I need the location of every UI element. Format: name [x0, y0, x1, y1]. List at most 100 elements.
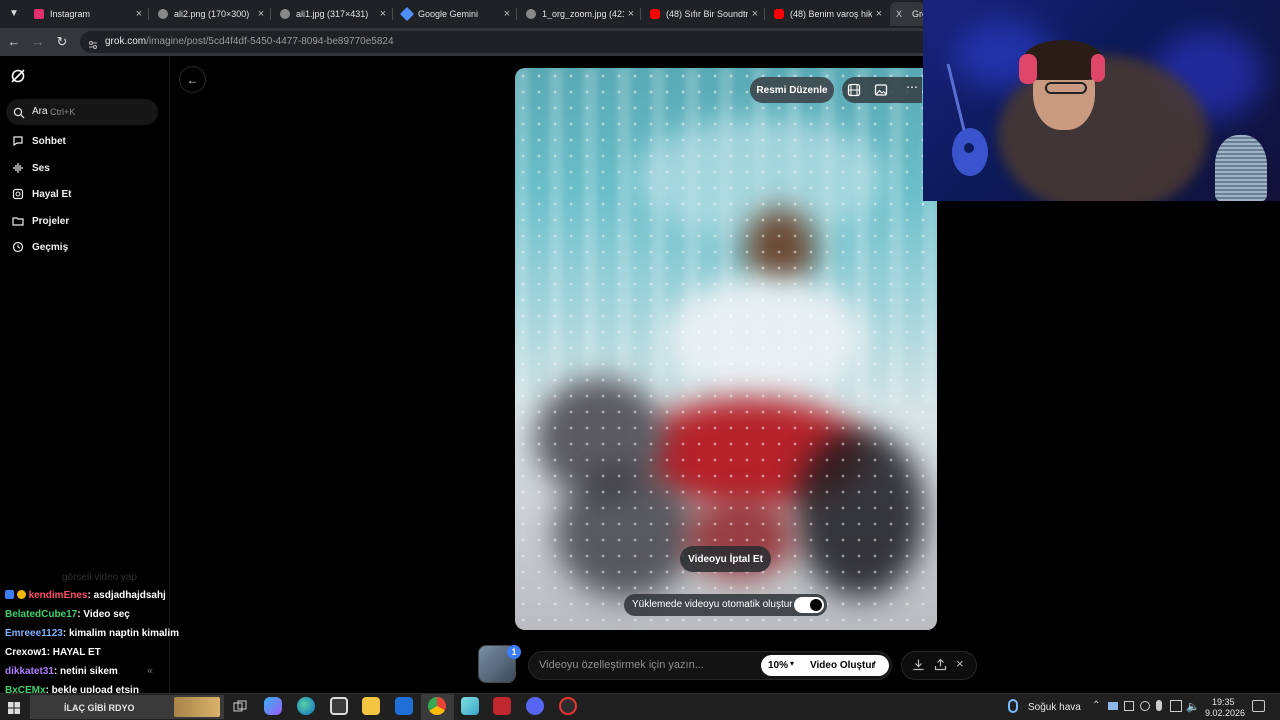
windows-start-icon[interactable] — [8, 701, 20, 714]
prime-badge-icon — [5, 590, 14, 599]
tray-icon[interactable] — [1140, 701, 1150, 711]
chrome-icon[interactable] — [428, 697, 446, 715]
sub-badge-icon — [16, 590, 26, 599]
tab-title: 1_org_zoom.jpg (421 — [542, 9, 624, 19]
edge-icon[interactable] — [297, 697, 315, 715]
notification-icon[interactable] — [1252, 700, 1265, 712]
cancel-video-button[interactable]: Videoyu İptal Et — [680, 546, 771, 572]
tab-youtube-1[interactable]: (48) Sıfır Bir Soundtra × — [644, 2, 762, 26]
file-explorer-icon[interactable] — [362, 697, 380, 715]
url-text: grok.com/imagine/post/5cd4f4df-5450-4477… — [105, 36, 394, 47]
tab-search-icon[interactable]: ▼ — [4, 4, 24, 24]
chat-icon — [13, 136, 23, 147]
microphone-icon — [1215, 135, 1267, 201]
history-icon — [12, 241, 24, 253]
chat-username: Crexow1 — [5, 647, 47, 658]
globe-icon — [280, 9, 290, 19]
close-icon[interactable]: × — [376, 8, 390, 20]
tab-gemini[interactable]: Google Gemini × — [396, 2, 514, 26]
x-logo-icon: X — [896, 9, 903, 19]
search-label: Ara — [32, 106, 48, 117]
chat-username: Emreee1123 — [5, 628, 63, 639]
close-icon[interactable]: × — [956, 656, 964, 671]
chat-text: : HAYAL ET — [46, 647, 101, 658]
forward-arrow-icon[interactable]: → — [30, 34, 46, 50]
arrow-up-icon: ↑ — [872, 658, 878, 670]
network-icon[interactable] — [1170, 700, 1182, 712]
more-options-icon[interactable]: ⋯ — [906, 80, 918, 94]
chat-message: BelatedCube17: Video seç — [5, 609, 130, 620]
youtube-icon — [650, 9, 660, 19]
tab-org-zoom[interactable]: 1_org_zoom.jpg (421 × — [520, 2, 638, 26]
search-input[interactable] — [6, 99, 158, 125]
url-host: grok.com — [105, 36, 147, 47]
chat-text: : asdjadhajdsahj — [87, 590, 166, 601]
youtube-icon — [774, 9, 784, 19]
close-icon[interactable]: × — [748, 8, 762, 20]
app-icon[interactable] — [461, 697, 479, 715]
tab-grok-active[interactable]: X Gro — [890, 2, 924, 26]
sidebar-item-label: Sohbet — [32, 135, 66, 147]
prompt-placeholder: Videoyu özelleştirmek için yazın... — [539, 659, 704, 671]
microphone-tray-icon[interactable] — [1156, 700, 1162, 711]
imagine-icon — [12, 188, 24, 200]
tray-chevron-icon[interactable]: ⌃ — [1092, 700, 1100, 711]
sidebar-item-projeler[interactable]: Projeler — [12, 212, 69, 230]
tab-youtube-2[interactable]: (48) Benim varoş hike × — [768, 2, 886, 26]
chat-text: : Video seç — [77, 609, 130, 620]
clock-time: 19:35 — [1212, 697, 1235, 707]
chat-message: Crexow1: HAYAL ET — [5, 647, 101, 658]
video-frame-icon[interactable] — [847, 83, 861, 97]
auto-create-label: Yüklemede videoyu otomatik oluştur — [632, 599, 793, 610]
tray-icon[interactable] — [1124, 701, 1134, 711]
tab-ali1[interactable]: ali1.jpg (317×431) × — [274, 2, 390, 26]
download-icon[interactable] — [912, 658, 925, 671]
image-icon[interactable] — [874, 83, 888, 97]
auto-create-toggle[interactable] — [794, 597, 824, 613]
sidebar-item-ses[interactable]: Ses — [12, 159, 50, 177]
close-icon[interactable]: × — [132, 8, 146, 20]
globe-icon — [158, 9, 168, 19]
search-shortcut: Ctrl+K — [50, 107, 76, 117]
weather-text: Soğuk hava — [1028, 702, 1081, 713]
grok-logo-icon[interactable] — [10, 68, 26, 84]
attachment-count-badge: 1 — [507, 645, 521, 659]
edit-image-button[interactable]: Resmi Düzenle — [750, 77, 834, 103]
obs-icon[interactable] — [559, 697, 577, 715]
tab-title: (48) Sıfır Bir Soundtra — [666, 9, 748, 19]
chat-username: kendimEnes — [28, 590, 88, 601]
sidebar-item-sohbet[interactable]: Sohbet — [12, 132, 66, 150]
task-view-icon[interactable] — [233, 700, 247, 714]
close-icon[interactable]: × — [254, 8, 268, 20]
tab-instagram[interactable]: Instagram × — [28, 2, 146, 26]
reload-icon[interactable]: ↻ — [54, 34, 70, 50]
tab-ali2[interactable]: ali2.png (170×300) × — [152, 2, 268, 26]
volume-icon[interactable]: 🔈 — [1186, 700, 1200, 713]
app-icon[interactable] — [395, 697, 413, 715]
store-icon[interactable] — [330, 697, 348, 715]
tab-title: ali1.jpg (317×431) — [296, 9, 369, 19]
tab-title: Google Gemini — [418, 9, 479, 19]
close-icon[interactable]: × — [500, 8, 514, 20]
discord-icon[interactable] — [526, 697, 544, 715]
sidebar-item-hayal-et[interactable]: Hayal Et — [12, 185, 71, 203]
copilot-icon[interactable] — [264, 697, 282, 715]
site-info-icon[interactable] — [88, 37, 98, 49]
chat-username: dikkatet31 — [5, 666, 54, 677]
chat-message: dikkatet31: netini sikem — [5, 666, 118, 677]
back-button[interactable]: ← — [179, 66, 206, 93]
tab-title: Instagram — [50, 9, 91, 19]
voicemeeter-icon[interactable] — [493, 697, 511, 715]
share-icon[interactable] — [934, 658, 947, 671]
back-arrow-icon[interactable]: ← — [6, 34, 22, 50]
chat-message: kendimEnes: asdjadhajdsahj — [5, 590, 166, 601]
close-icon[interactable]: × — [872, 8, 886, 20]
gemini-icon — [399, 6, 415, 22]
sidebar-item-gecmis[interactable]: Geçmiş — [12, 238, 68, 256]
collapse-sidebar-icon[interactable]: « — [147, 665, 153, 677]
steam-icon[interactable] — [1108, 702, 1118, 710]
chat-username: BelatedCube17 — [5, 609, 78, 620]
sidebar-item-label: Ses — [32, 162, 50, 174]
chat-text: : netini sikem — [53, 666, 118, 677]
close-icon[interactable]: × — [624, 8, 638, 20]
